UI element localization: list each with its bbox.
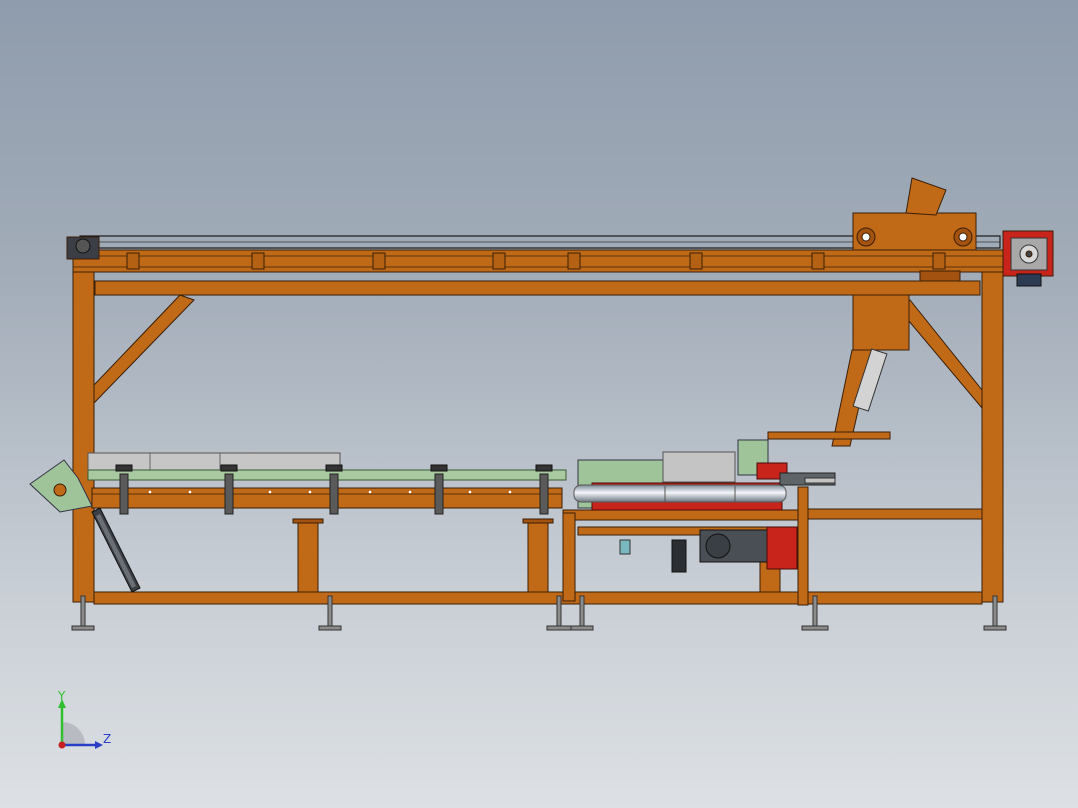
left-diagonal-brace bbox=[93, 294, 195, 405]
mid-rail-center bbox=[562, 509, 809, 521]
conveyor-leg-1 bbox=[297, 519, 319, 593]
gripper-bar bbox=[767, 431, 891, 440]
right-diagonal-brace bbox=[897, 299, 983, 410]
upper-crossbeam bbox=[94, 280, 981, 296]
orientation-triad: Y Z bbox=[57, 689, 111, 749]
x-axis-dot bbox=[58, 741, 66, 749]
pneumatic-cylinder bbox=[91, 507, 141, 593]
center-post-right bbox=[797, 486, 809, 606]
cutting-station bbox=[573, 439, 836, 573]
top-beam bbox=[72, 249, 1004, 273]
gripper-mount-plate bbox=[852, 294, 910, 351]
conveyor-beam bbox=[91, 487, 563, 509]
left-column bbox=[72, 271, 95, 603]
bottom-rail bbox=[93, 591, 983, 605]
cad-viewport[interactable]: Y Z bbox=[0, 0, 1078, 808]
carriage-arm-tip bbox=[905, 177, 947, 216]
triad-quadrant bbox=[62, 722, 85, 745]
y-axis-label: Y bbox=[57, 689, 66, 703]
z-axis-label: Z bbox=[103, 732, 111, 746]
machine-assembly-drawing[interactable]: Y Z bbox=[0, 0, 1078, 808]
mid-rail-right bbox=[804, 508, 983, 520]
pipe-workpiece bbox=[573, 484, 787, 503]
right-column bbox=[981, 271, 1004, 603]
center-post-left bbox=[562, 512, 576, 602]
station-hopper bbox=[662, 451, 736, 483]
conveyor-leg-2 bbox=[527, 519, 549, 593]
